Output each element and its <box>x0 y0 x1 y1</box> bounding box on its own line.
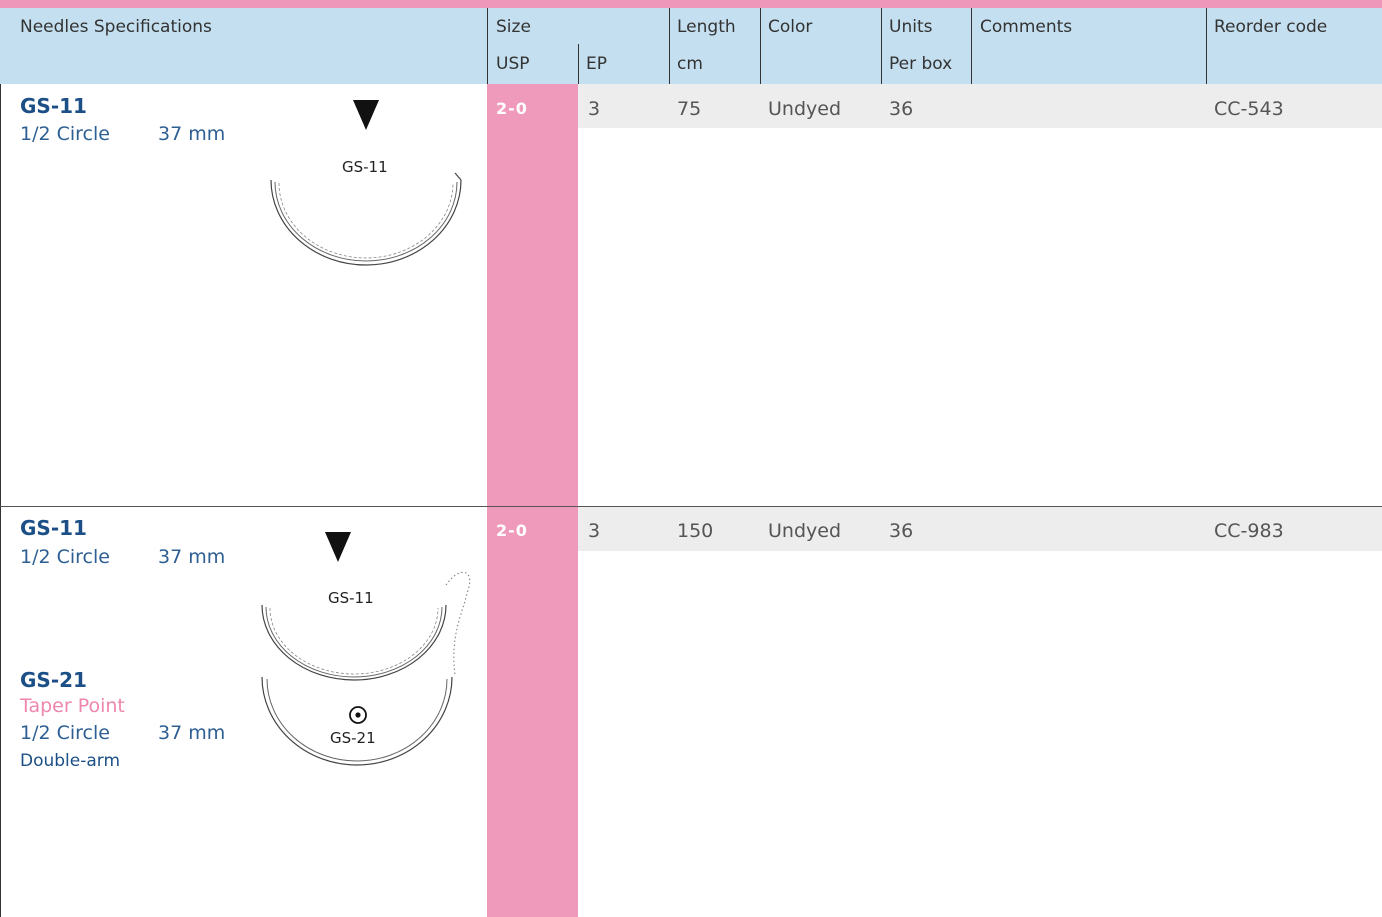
header-usp: USP <box>496 54 530 74</box>
length-value: 150 <box>677 520 714 542</box>
usp-size: 2-0 <box>496 521 528 540</box>
needle-shape: 1/2 Circle <box>20 123 110 145</box>
header-divider <box>881 8 882 84</box>
triangle-down-icon <box>353 100 379 130</box>
color-value: Undyed <box>768 520 842 542</box>
usp-size: 2-0 <box>496 99 528 118</box>
length-value: 75 <box>677 98 702 120</box>
top-accent-bar <box>0 0 1382 8</box>
needle-shape: 1/2 Circle <box>20 722 110 744</box>
units-value: 36 <box>889 520 914 542</box>
header-size: Size <box>496 17 531 37</box>
reorder-code: CC-543 <box>1214 98 1284 120</box>
size-column-band <box>487 84 578 506</box>
table-header: Needles Specifications Size USP EP Lengt… <box>0 8 1382 84</box>
header-divider <box>760 8 761 84</box>
header-color: Color <box>768 17 813 37</box>
header-units-sub: Per box <box>889 54 953 74</box>
needle-code: GS-11 <box>20 516 87 540</box>
needle-length-mm: 37 mm <box>158 546 226 568</box>
header-reorder: Reorder code <box>1214 17 1328 37</box>
units-value: 36 <box>889 98 914 120</box>
needle-image-label: GS-11 <box>342 158 388 176</box>
header-divider <box>971 8 972 84</box>
table-left-border <box>0 84 1 917</box>
header-comments: Comments <box>980 17 1073 37</box>
header-needles-spec: Needles Specifications <box>20 17 212 37</box>
circle-dot-icon <box>349 706 367 724</box>
needle-diagram: GS-11 <box>270 100 462 266</box>
header-divider <box>487 8 488 84</box>
header-divider <box>1206 8 1207 84</box>
header-length-unit: cm <box>677 54 703 74</box>
triangle-down-icon <box>325 532 351 562</box>
double-arm-needle-diagram: GS-11 GS-21 <box>261 532 471 766</box>
ep-value: 3 <box>588 98 601 120</box>
reorder-code: CC-983 <box>1214 520 1284 542</box>
needle-image-label: GS-11 <box>328 589 374 607</box>
needle-shape: 1/2 Circle <box>20 546 110 568</box>
header-divider <box>669 8 670 84</box>
size-column-band <box>487 507 578 917</box>
header-length: Length <box>677 17 736 37</box>
needle-point-type: Taper Point <box>20 695 125 717</box>
second-needle-spec: 1/2 Circle 37 mm <box>20 722 225 744</box>
needle-code: GS-11 <box>20 94 87 118</box>
header-ep: EP <box>586 54 607 74</box>
needle-spec: 1/2 Circle 37 mm <box>20 123 225 145</box>
header-units: Units <box>889 17 933 37</box>
ep-value: 3 <box>588 520 601 542</box>
second-needle-code: GS-21 <box>20 668 87 692</box>
needle-arm-type: Double-arm <box>20 751 121 771</box>
needle-image-label: GS-21 <box>330 729 376 747</box>
needle-length-mm: 37 mm <box>158 123 226 145</box>
needle-length-mm: 37 mm <box>158 722 226 744</box>
header-divider <box>578 44 579 84</box>
color-value: Undyed <box>768 98 842 120</box>
needle-spec: 1/2 Circle 37 mm <box>20 546 225 568</box>
